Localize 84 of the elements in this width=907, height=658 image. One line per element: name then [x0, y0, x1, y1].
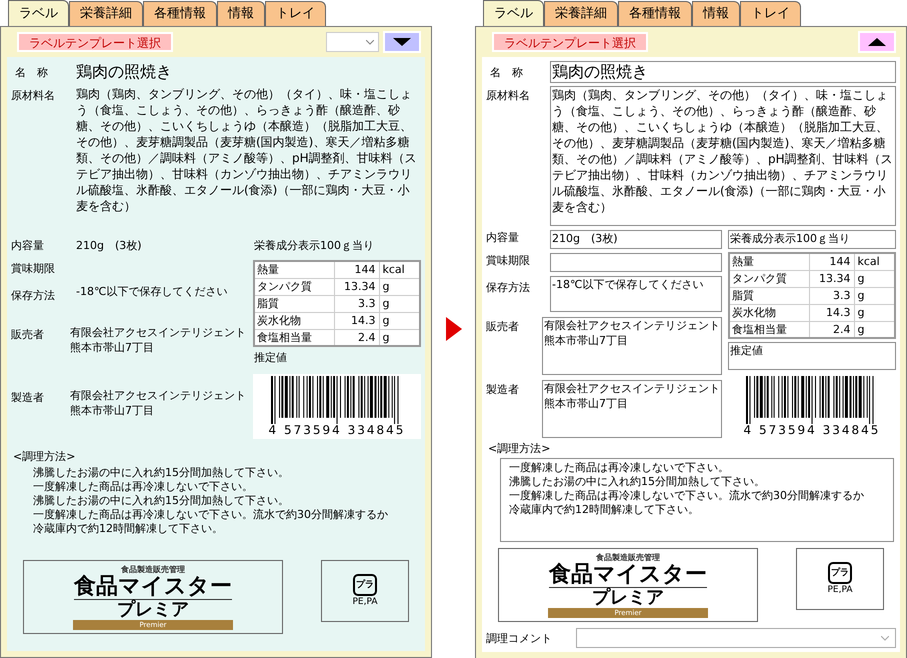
chevron-down-icon [366, 40, 374, 44]
toggle-button[interactable] [383, 31, 421, 53]
nutrition-note[interactable]: 推定値 [728, 342, 896, 370]
product-name-field: 鶏肉の照焼き [75, 62, 421, 82]
field-label: 名 称 [14, 64, 49, 80]
table-cell: 熱量 [254, 261, 334, 278]
seller-field[interactable]: 有限会社アクセスインテリジェント 熊本市帯山7丁目 [542, 317, 722, 375]
content-field: 210g (3枚) [75, 238, 247, 257]
arrow-right-icon [446, 317, 462, 341]
product-name-field[interactable]: 鶏肉の照焼き [550, 61, 896, 83]
field-label: 保存方法 [11, 288, 56, 303]
table-cell: 3.3 [809, 287, 854, 304]
logo-title: 食品マイスター [549, 562, 707, 588]
field-label: 販売者 [486, 319, 520, 334]
section-label: <調理方法> [487, 441, 552, 456]
best-before-field[interactable] [550, 253, 722, 272]
field-label: 保存方法 [486, 280, 531, 295]
table-cell: 144 [809, 253, 854, 270]
table-cell: 14.3 [334, 312, 379, 329]
nutrition-note: 推定値 [253, 350, 288, 366]
field-label: 名 称 [489, 64, 524, 80]
toggle-button[interactable] [858, 31, 896, 53]
chevron-down-icon [881, 636, 889, 640]
tab[interactable]: 各種情報 [618, 1, 692, 26]
field-label: 賞味期限 [11, 261, 56, 276]
tab[interactable]: 栄養詳細 [69, 1, 143, 26]
field-label: 製造者 [486, 382, 520, 397]
maker-field: 有限会社アクセスインテリジェント 熊本市帯山7丁目 [69, 388, 247, 446]
table-cell: 3.3 [334, 295, 379, 312]
storage-field[interactable]: -18℃以下で保存してください [550, 276, 722, 312]
tab[interactable]: トレイ [265, 1, 326, 26]
field-label: 製造者 [11, 390, 45, 405]
tab[interactable]: 栄養詳細 [544, 1, 618, 26]
triangle-up-icon [868, 38, 886, 46]
table-cell: 脂質 [254, 295, 334, 312]
ingredients-field[interactable]: 鶏肉（鶏肉、タンブリング、その他）（タイ）、味・塩こしょう（食塩、こしょう、その他）、らっきょう酢（醸造酢、砂糖、その他）、こいくちしょうゆ（本醸造）（脱脂加工大豆、その他）、麦芽糖調製品（麦芽糖(国内製造)、寒天／増粘多糖類、その他）／調味料（アミノ酸等）、pH調整剤、甘味料（ステビア抽出物）、甘味料（カンゾウ抽出物）、チアミンラウリル硫酸塩、氷酢酸、エタノール(食添)（一部に鶏肉・大豆・小麦を含む） [550, 86, 896, 226]
table-cell: タンパク質 [729, 270, 809, 287]
field-label: 調理コメント [486, 630, 553, 646]
field-label: 原材料名 [11, 88, 56, 104]
maker-field[interactable]: 有限会社アクセスインテリジェント 熊本市帯山7丁目 [542, 380, 722, 438]
recycle-label: PE,PA [828, 584, 852, 596]
tab[interactable]: ラベル [483, 0, 544, 26]
content-field[interactable]: 210g (3枚) [550, 230, 722, 249]
tab[interactable]: 各種情報 [143, 1, 217, 26]
nutrition-title[interactable]: 栄養成分表示100ｇ当り [728, 230, 896, 249]
storage-field: -18℃以下で保存してください [75, 284, 247, 320]
field-label: 販売者 [11, 327, 45, 342]
cooking-comment-dropdown[interactable] [576, 628, 896, 648]
logo-title: 食品マイスター [74, 574, 232, 600]
logo-caption: 食品製造販売管理 [596, 552, 660, 562]
field-label: 原材料名 [486, 88, 531, 104]
cooking-instructions: 沸騰したお湯の中に入れ約15分間加熱して下さい。 一度解凍した商品は再冷凍しないで下さい。 沸騰したお湯の中に入れ約15分間加熱して下さい。 一度解凍した商品は再冷凍しないで下さい。流水で約30分間解凍するか 冷蔵庫内で約12時間解凍して下さい。 [32, 465, 389, 537]
tab[interactable]: ラベル [8, 0, 69, 26]
recycle-mark: プラ [353, 574, 377, 596]
tab[interactable]: 情報 [217, 1, 265, 26]
recycle-mark: プラ [828, 562, 852, 584]
ingredients-field: 鶏肉（鶏肉、タンブリング、その他）（タイ）、味・塩こしょう（食塩、こしょう、その他）、らっきょう酢（醸造酢、砂糖、その他）、こいくちしょうゆ（本醸造）（脱脂加工大豆、その他）、麦芽糖調製品（麦芽糖(国内製造)、寒天／増粘多糖類、その他）／調味料（アミノ酸等）、pH調整剤、甘味料（ステビア抽出物）、甘味料（カンゾウ抽出物）、チアミンラウリル硫酸塩、氷酢酸、エタノール(食添)（一部に鶏肉・大豆・小麦を含む） [75, 86, 421, 234]
table-cell: 炭水化物 [729, 304, 809, 321]
cooking-instructions[interactable]: 一度解凍した商品は再冷凍しないで下さい。 沸騰したお湯の中に入れ約15分間加熱して下さい。 一度解凍した商品は再冷凍しないで下さい。流水で約30分間解凍するか 冷蔵庫内で約12時間解凍して下さい。 [500, 458, 894, 542]
field-label: 賞味期限 [486, 253, 531, 268]
template-select-button[interactable]: ラベルテンプレート選択 [492, 32, 648, 52]
table-cell: 14.3 [809, 304, 854, 321]
logo-caption: 食品製造販売管理 [121, 564, 185, 574]
field-label: 内容量 [486, 230, 520, 245]
table-cell: 炭水化物 [254, 312, 334, 329]
barcode-number: 4 573594 334845 [744, 424, 880, 437]
table-cell: 熱量 [729, 253, 809, 270]
recycle-label: PE,PA [352, 596, 378, 608]
table-cell: タンパク質 [254, 278, 334, 295]
tab[interactable]: トレイ [740, 1, 801, 26]
triangle-down-icon [393, 38, 411, 46]
section-label: <調理方法> [12, 449, 76, 464]
table-cell: 13.34 [334, 278, 379, 295]
table-cell: 脂質 [729, 287, 809, 304]
logo-subtitle: プレミア [592, 588, 664, 608]
table-cell: 13.34 [809, 270, 854, 287]
seller-field: 有限会社アクセスインテリジェント 熊本市帯山7丁目 [69, 325, 247, 383]
field-label: 内容量 [11, 238, 45, 253]
template-select-button[interactable]: ラベルテンプレート選択 [17, 32, 173, 52]
logo-subtitle: プレミア [117, 600, 189, 620]
nutrition-title: 栄養成分表示100ｇ当り [253, 238, 375, 254]
barcode-number: 4 573594 334845 [268, 424, 406, 437]
tab[interactable]: 情報 [692, 1, 740, 26]
table-cell: 144 [334, 261, 379, 278]
